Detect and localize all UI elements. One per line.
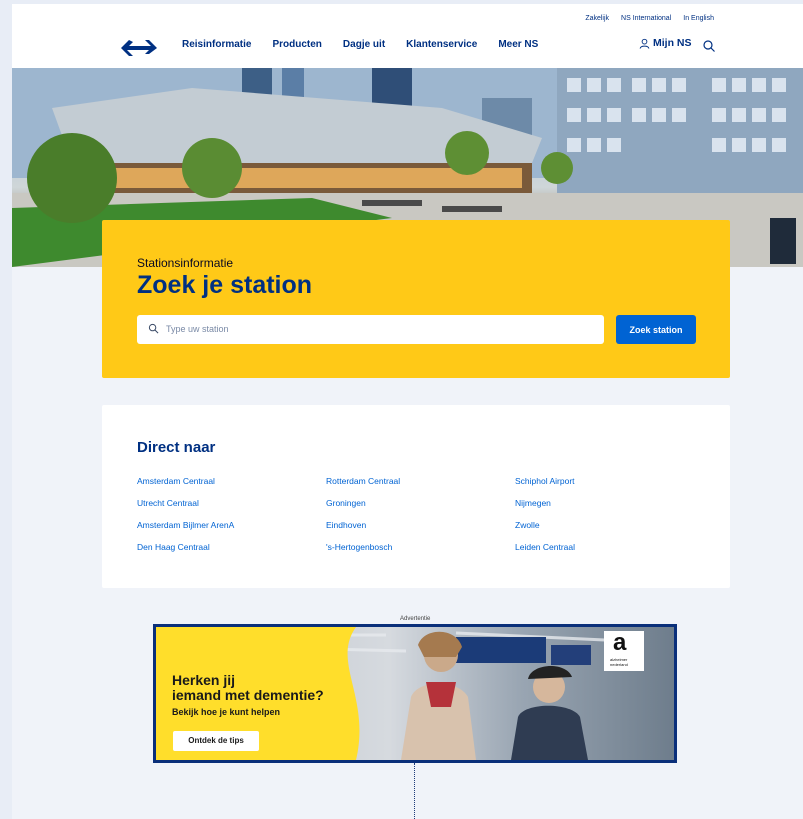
ad-banner[interactable]: Herken jij iemand met dementie? Bekijk h… bbox=[153, 624, 677, 763]
station-link[interactable]: Leiden Centraal bbox=[515, 542, 575, 564]
station-links-column-3: Schiphol Airport Nijmegen Zwolle Leiden … bbox=[515, 476, 575, 564]
station-link[interactable]: Amsterdam Centraal bbox=[137, 476, 234, 498]
top-links: Zakelijk NS International In English bbox=[585, 15, 714, 22]
station-link[interactable]: 's-Hertogenbosch bbox=[326, 542, 400, 564]
mijn-ns-button[interactable]: Mijn NS bbox=[639, 37, 692, 49]
alzheimer-logo-letter: a bbox=[613, 629, 627, 656]
nav-meer-ns[interactable]: Meer NS bbox=[498, 39, 538, 50]
site-header: Zakelijk NS International In English Rei… bbox=[12, 4, 803, 68]
top-link-zakelijk[interactable]: Zakelijk bbox=[585, 15, 609, 22]
search-icon bbox=[148, 323, 159, 334]
ad-subline: Bekijk hoe je kunt helpen bbox=[172, 707, 281, 717]
station-link[interactable]: Den Haag Centraal bbox=[137, 542, 234, 564]
ad-headline: Herken jij iemand met dementie? bbox=[172, 673, 392, 703]
station-link[interactable]: Utrecht Centraal bbox=[137, 498, 234, 520]
dotted-line bbox=[414, 763, 415, 819]
ad-headline-line2: iemand met dementie? bbox=[172, 687, 324, 703]
ad-cta-button[interactable]: Ontdek de tips bbox=[173, 731, 259, 751]
search-icon[interactable] bbox=[702, 39, 716, 53]
station-search-input[interactable]: Type uw station bbox=[137, 315, 604, 344]
alzheimer-logo-text: alzheimer nederland bbox=[610, 657, 640, 667]
top-link-ns-international[interactable]: NS International bbox=[621, 15, 671, 22]
station-input-placeholder: Type uw station bbox=[166, 324, 229, 334]
station-links-column-2: Rotterdam Centraal Groningen Eindhoven '… bbox=[326, 476, 400, 564]
ns-logo-icon[interactable] bbox=[119, 38, 159, 58]
station-link[interactable]: Zwolle bbox=[515, 520, 575, 542]
nav-dagje-uit[interactable]: Dagje uit bbox=[343, 39, 385, 50]
panel-subtitle: Stationsinformatie bbox=[137, 256, 234, 270]
alzheimer-logo-line2: nederland bbox=[610, 661, 628, 667]
user-icon bbox=[639, 38, 650, 49]
nav-klantenservice[interactable]: Klantenservice bbox=[406, 39, 477, 50]
direct-naar-section: Direct naar Amsterdam Centraal Utrecht C… bbox=[102, 405, 730, 588]
ad-label: Advertentie bbox=[400, 616, 431, 622]
mijn-ns-label: Mijn NS bbox=[653, 37, 692, 49]
station-links-column-1: Amsterdam Centraal Utrecht Centraal Amst… bbox=[137, 476, 234, 564]
top-link-in-english[interactable]: In English bbox=[683, 15, 714, 22]
page: Zakelijk NS International In English Rei… bbox=[12, 4, 803, 819]
station-link[interactable]: Nijmegen bbox=[515, 498, 575, 520]
alzheimer-logo: a alzheimer nederland bbox=[604, 629, 644, 671]
main-nav: Reisinformatie Producten Dagje uit Klant… bbox=[182, 39, 538, 50]
nav-producten[interactable]: Producten bbox=[272, 39, 321, 50]
direct-naar-title: Direct naar bbox=[137, 439, 216, 456]
station-link[interactable]: Rotterdam Centraal bbox=[326, 476, 400, 498]
panel-title: Zoek je station bbox=[137, 271, 313, 299]
station-link[interactable]: Amsterdam Bijlmer ArenA bbox=[137, 520, 234, 542]
zoek-station-button[interactable]: Zoek station bbox=[616, 315, 696, 344]
station-link[interactable]: Schiphol Airport bbox=[515, 476, 575, 498]
station-link[interactable]: Eindhoven bbox=[326, 520, 400, 542]
ad-headline-line1: Herken jij bbox=[172, 672, 236, 688]
nav-reisinformatie[interactable]: Reisinformatie bbox=[182, 39, 251, 50]
station-link[interactable]: Groningen bbox=[326, 498, 400, 520]
station-search-panel: Stationsinformatie Zoek je station Type … bbox=[102, 220, 730, 378]
